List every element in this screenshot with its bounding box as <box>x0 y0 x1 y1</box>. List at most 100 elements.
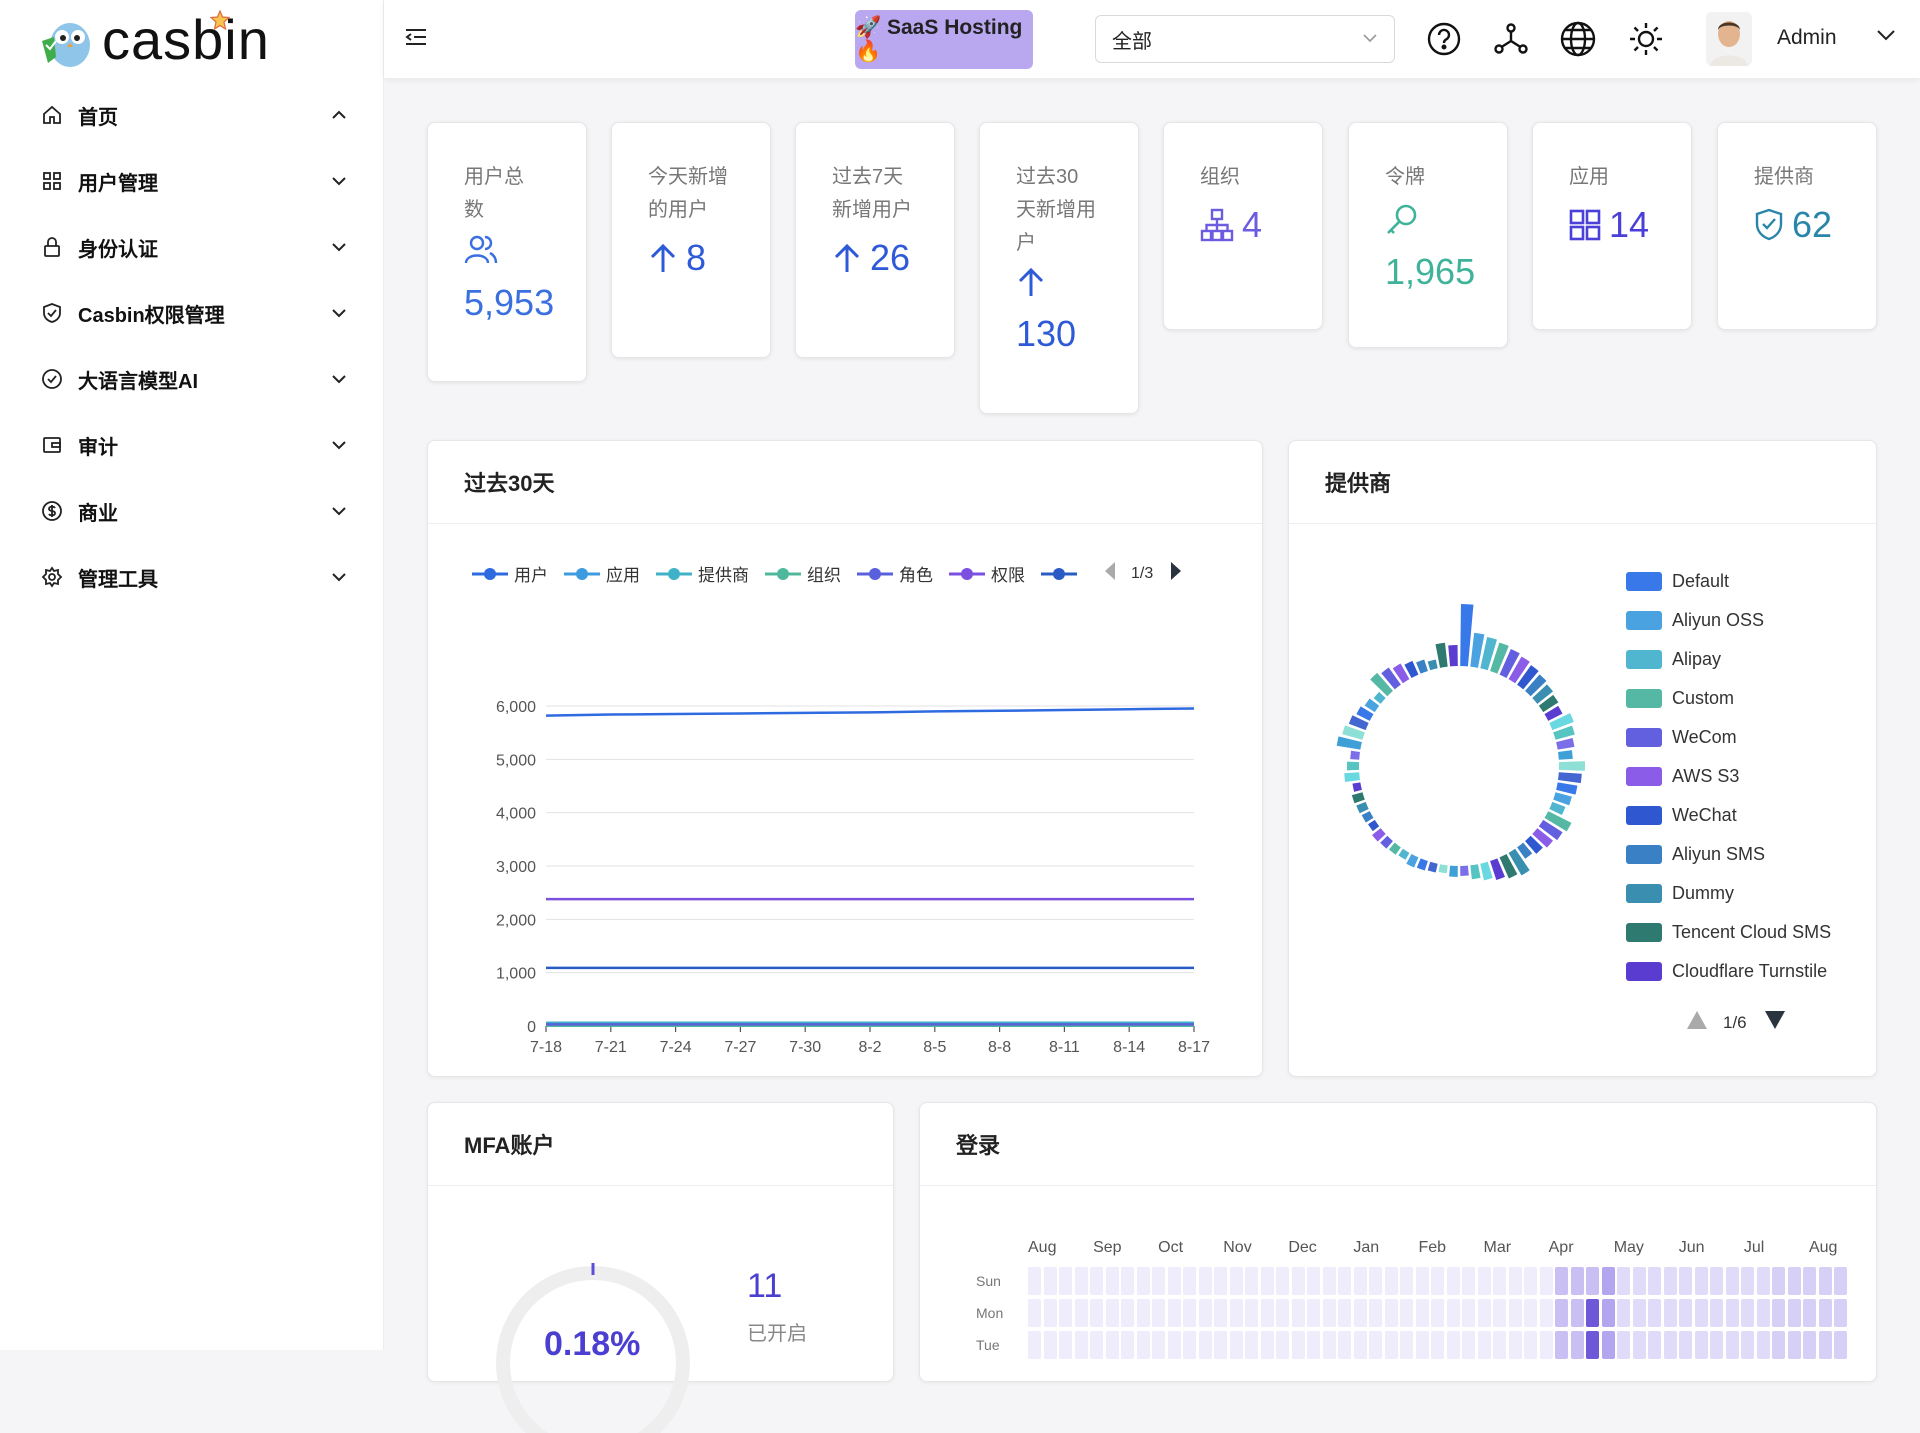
heatmap-cell[interactable] <box>1322 1299 1336 1327</box>
sidebar-item-authentication[interactable]: 身份认证 <box>0 214 384 280</box>
heatmap-cell[interactable] <box>1617 1299 1630 1327</box>
heatmap-cell[interactable] <box>1074 1299 1088 1327</box>
heatmap-cell[interactable] <box>1477 1267 1491 1295</box>
help-icon[interactable] <box>1424 19 1464 59</box>
heatmap-cell[interactable] <box>1756 1331 1770 1359</box>
heatmap-cell[interactable] <box>1431 1267 1444 1295</box>
heatmap-cell[interactable] <box>1601 1331 1615 1359</box>
provider-legend-item[interactable]: Alipay <box>1626 640 1831 679</box>
legend-item-more[interactable] <box>1041 567 1083 581</box>
heatmap-cell[interactable] <box>1725 1299 1739 1327</box>
heatmap-cell[interactable] <box>1229 1331 1243 1359</box>
heatmap-cell[interactable] <box>1415 1267 1429 1295</box>
heatmap-cell[interactable] <box>1601 1267 1615 1295</box>
heatmap-cell[interactable] <box>1710 1331 1723 1359</box>
donut-slice[interactable] <box>1356 801 1369 814</box>
legend-item-organizations[interactable]: 组织 <box>765 561 841 586</box>
heatmap-cell[interactable] <box>1508 1267 1522 1295</box>
heatmap-cell[interactable] <box>1276 1331 1289 1359</box>
donut-slice[interactable] <box>1344 772 1360 783</box>
heatmap-cell[interactable] <box>1059 1299 1072 1327</box>
heatmap-cell[interactable] <box>1710 1299 1723 1327</box>
heatmap-cell[interactable] <box>1105 1331 1119 1359</box>
heatmap-cell[interactable] <box>1756 1267 1770 1295</box>
donut-slice[interactable] <box>1361 811 1374 823</box>
heatmap-cell[interactable] <box>1694 1331 1708 1359</box>
legend-item-users[interactable]: 用户 <box>472 561 548 586</box>
legend-prev-icon[interactable] <box>1685 1009 1709 1036</box>
donut-slice[interactable] <box>1556 738 1575 750</box>
heatmap-cell[interactable] <box>1834 1331 1847 1359</box>
heatmap-cell[interactable] <box>1384 1267 1398 1295</box>
heatmap-cell[interactable] <box>1384 1331 1398 1359</box>
heatmap-cell[interactable] <box>1276 1267 1289 1295</box>
heatmap-cell[interactable] <box>1105 1267 1119 1295</box>
heatmap-cell[interactable] <box>1818 1267 1832 1295</box>
legend-item-roles[interactable]: 角色 <box>857 561 933 586</box>
sidebar-item-home[interactable]: 首页 <box>0 82 384 148</box>
heatmap-cell[interactable] <box>1679 1299 1692 1327</box>
heatmap-cell[interactable] <box>1539 1331 1553 1359</box>
heatmap-cell[interactable] <box>1834 1299 1847 1327</box>
provider-legend-item[interactable]: Custom <box>1626 679 1831 718</box>
heatmap-cell[interactable] <box>1183 1299 1196 1327</box>
heatmap-cell[interactable] <box>1260 1267 1274 1295</box>
heatmap-cell[interactable] <box>1322 1331 1336 1359</box>
donut-slice[interactable] <box>1416 659 1428 674</box>
donut-slice[interactable] <box>1460 865 1469 876</box>
donut-slice[interactable] <box>1388 842 1401 855</box>
heatmap-cell[interactable] <box>1741 1331 1754 1359</box>
heatmap-cell[interactable] <box>1663 1331 1677 1359</box>
heatmap-cell[interactable] <box>1214 1267 1227 1295</box>
heatmap-cell[interactable] <box>1136 1267 1150 1295</box>
heatmap-cell[interactable] <box>1632 1331 1646 1359</box>
heatmap-cell[interactable] <box>1369 1299 1382 1327</box>
sidebar-item-casbin-permissions[interactable]: Casbin权限管理 <box>0 280 384 346</box>
legend-prev-icon[interactable] <box>1103 561 1117 586</box>
donut-slice[interactable] <box>1398 848 1410 860</box>
legend-item-apps[interactable]: 应用 <box>564 561 640 586</box>
heatmap-cell[interactable] <box>1260 1299 1274 1327</box>
heatmap-cell[interactable] <box>1291 1331 1305 1359</box>
donut-slice[interactable] <box>1380 835 1393 849</box>
donut-slice[interactable] <box>1406 854 1419 868</box>
heatmap-cell[interactable] <box>1028 1331 1041 1359</box>
heatmap-cell[interactable] <box>1121 1331 1134 1359</box>
heatmap-cell[interactable] <box>1167 1331 1181 1359</box>
heatmap-cell[interactable] <box>1539 1267 1553 1295</box>
heatmap-cell[interactable] <box>1803 1331 1816 1359</box>
heatmap-cell[interactable] <box>1648 1299 1661 1327</box>
graph-icon[interactable] <box>1491 19 1531 59</box>
heatmap-cell[interactable] <box>1307 1299 1320 1327</box>
heatmap-cell[interactable] <box>1400 1267 1413 1295</box>
heatmap-cell[interactable] <box>1028 1299 1041 1327</box>
username-label[interactable]: Admin <box>1777 26 1837 50</box>
heatmap-cell[interactable] <box>1524 1331 1537 1359</box>
donut-slice[interactable] <box>1427 659 1438 671</box>
donut-slice[interactable] <box>1351 792 1365 804</box>
heatmap-cell[interactable] <box>1090 1267 1103 1295</box>
heatmap-cell[interactable] <box>1229 1267 1243 1295</box>
heatmap-cell[interactable] <box>1183 1331 1196 1359</box>
heatmap-cell[interactable] <box>1214 1331 1227 1359</box>
heatmap-cell[interactable] <box>1462 1331 1475 1359</box>
donut-slice[interactable] <box>1373 691 1386 704</box>
donut-slice[interactable] <box>1350 750 1360 760</box>
heatmap-cell[interactable] <box>1508 1331 1522 1359</box>
heatmap-cell[interactable] <box>1276 1299 1289 1327</box>
heatmap-cell[interactable] <box>1167 1299 1181 1327</box>
heatmap-cell[interactable] <box>1818 1331 1832 1359</box>
donut-slice[interactable] <box>1416 858 1428 871</box>
heatmap-cell[interactable] <box>1524 1267 1537 1295</box>
heatmap-cell[interactable] <box>1384 1299 1398 1327</box>
heatmap-cell[interactable] <box>1400 1299 1413 1327</box>
sidebar-item-audit[interactable]: 审计 <box>0 412 384 478</box>
heatmap-cell[interactable] <box>1679 1331 1692 1359</box>
heatmap-cell[interactable] <box>1369 1267 1382 1295</box>
heatmap-cell[interactable] <box>1477 1299 1491 1327</box>
heatmap-cell[interactable] <box>1508 1299 1522 1327</box>
heatmap-cell[interactable] <box>1307 1331 1320 1359</box>
heatmap-cell[interactable] <box>1136 1331 1150 1359</box>
heatmap-cell[interactable] <box>1772 1299 1785 1327</box>
heatmap-cell[interactable] <box>1570 1299 1584 1327</box>
